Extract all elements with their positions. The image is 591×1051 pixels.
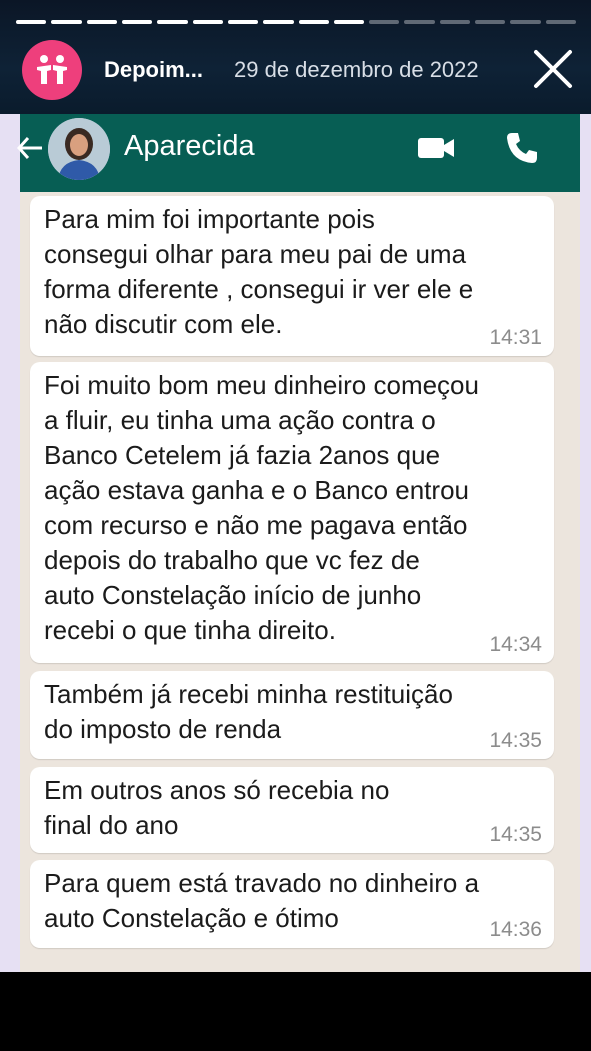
progress-segment xyxy=(404,20,435,24)
progress-segment xyxy=(298,20,329,24)
story-account-name[interactable]: Depoim... xyxy=(104,57,203,83)
progress-segment xyxy=(545,20,576,24)
back-arrow-icon[interactable] xyxy=(14,132,46,164)
message-bubble: Para mim foi importante pois consegui ol… xyxy=(30,196,554,356)
contact-photo xyxy=(48,118,110,180)
video-call-icon[interactable] xyxy=(416,134,456,162)
message-bubble: Em outros anos só recebia no final do an… xyxy=(30,767,554,853)
message-time: 14:31 xyxy=(489,326,542,349)
story-account-avatar[interactable] xyxy=(22,40,82,100)
message-time: 14:34 xyxy=(489,633,542,656)
story-date: 29 de dezembro de 2022 xyxy=(234,57,479,82)
chat-screenshot: Aparecida Para mim foi importante pois c… xyxy=(0,114,591,972)
progress-segment xyxy=(263,20,294,24)
message-bubble: Também já recebi minha restituição do im… xyxy=(30,671,554,759)
people-icon xyxy=(37,55,67,84)
message-text: Em outros anos só recebia no final do an… xyxy=(44,775,390,840)
message-time: 14:36 xyxy=(489,918,542,941)
story-header: Depoim... 29 de dezembro de 2022 xyxy=(0,0,591,114)
message-text: Para mim foi importante pois consegui ol… xyxy=(44,204,474,339)
message-bubble: Foi muito bom meu dinheiro começou a flu… xyxy=(30,362,554,663)
progress-segment xyxy=(475,20,506,24)
contact-avatar[interactable] xyxy=(48,118,110,180)
chat-header: Aparecida xyxy=(16,114,580,192)
progress-segment xyxy=(192,20,223,24)
progress-segment xyxy=(227,20,259,24)
message-time: 14:35 xyxy=(489,823,542,846)
progress-segment xyxy=(16,20,47,24)
progress-segment xyxy=(121,20,153,24)
progress-segment xyxy=(333,20,365,24)
phone-call-icon[interactable] xyxy=(504,130,540,166)
progress-segment xyxy=(510,20,541,24)
progress-segment xyxy=(51,20,82,24)
message-text: Também já recebi minha restituição do im… xyxy=(44,679,453,744)
message-time: 14:35 xyxy=(489,729,542,752)
message-bubble: Para quem está travado no dinheiro a aut… xyxy=(30,860,554,948)
close-button[interactable] xyxy=(530,48,576,90)
close-icon xyxy=(534,50,572,88)
story-footer xyxy=(0,972,591,1051)
progress-segment xyxy=(86,20,117,24)
progress-segment xyxy=(157,20,188,24)
message-text: Para quem está travado no dinheiro a aut… xyxy=(44,868,480,933)
chat-messages: Para mim foi importante pois consegui ol… xyxy=(20,192,580,972)
story-progress-bar xyxy=(16,20,576,24)
progress-segment xyxy=(439,20,471,24)
contact-name[interactable]: Aparecida xyxy=(124,130,255,163)
message-text: Foi muito bom meu dinheiro começou a flu… xyxy=(44,370,479,645)
progress-segment xyxy=(369,20,400,24)
